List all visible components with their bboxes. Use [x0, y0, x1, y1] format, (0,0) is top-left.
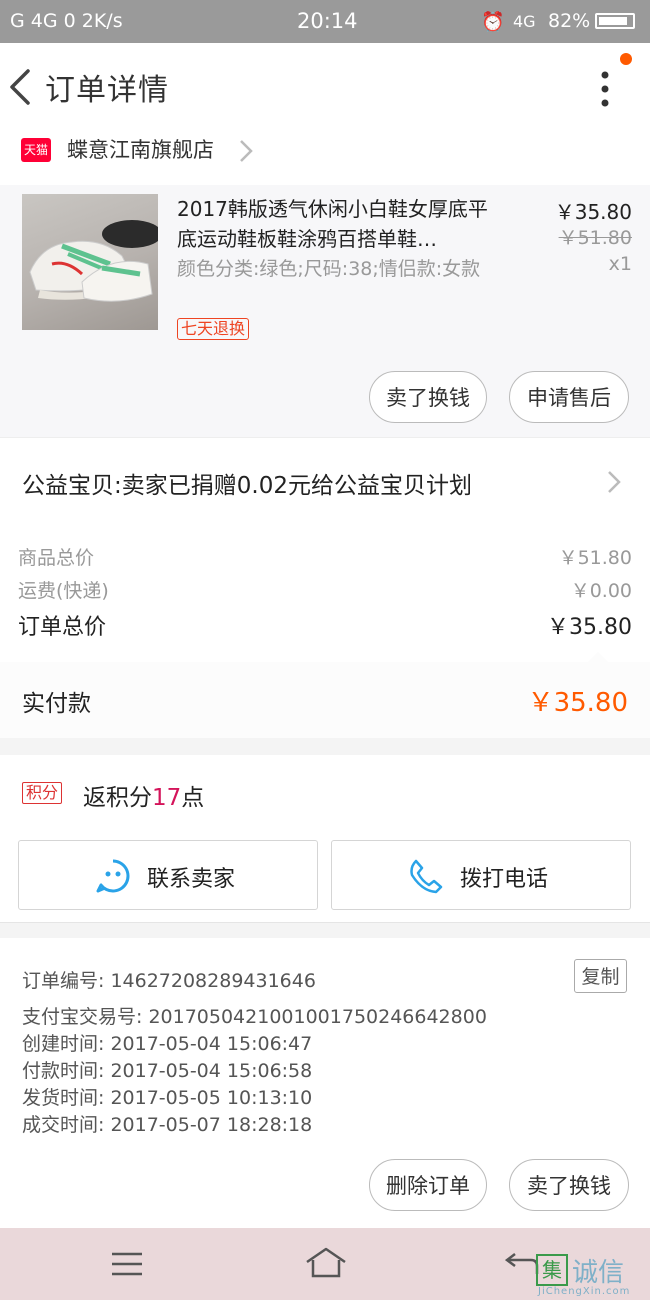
order-total-label: 订单总价	[18, 615, 107, 640]
charity-row[interactable]: 公益宝贝:卖家已捐赠0.02元给公益宝贝计划	[0, 437, 650, 523]
price-summary: 商品总价 ￥51.80 运费(快递) ￥0.00 订单总价 ￥35.80	[0, 521, 650, 663]
watermark-logo: 集 诚信 JiChengXin.com	[532, 1250, 650, 1300]
product-spec: 颜色分类:绿色;尺码:38;情侣款:女款	[177, 258, 481, 280]
payment-label: 实付款	[22, 691, 91, 717]
order-info: 订单编号: 14627208289431646 复制 支付宝交易号: 20170…	[0, 938, 650, 1146]
sell-button[interactable]: 卖了换钱	[369, 371, 487, 423]
header-bar: 订单详情	[0, 43, 650, 131]
product-price: ￥35.80	[554, 200, 632, 224]
page-title: 订单详情	[45, 73, 169, 108]
delete-order-button[interactable]: 删除订单	[369, 1159, 487, 1211]
product-original-price: ￥51.80	[558, 227, 632, 249]
shop-name[interactable]: 蝶意江南旗舰店	[67, 134, 214, 164]
goods-total-label: 商品总价	[18, 547, 95, 569]
contact-seller-label: 联系卖家	[147, 867, 236, 892]
chevron-right-icon	[608, 471, 621, 493]
points-amount: 17	[152, 785, 182, 811]
points-text: 返积分17点	[83, 778, 204, 812]
order-total-value: ￥35.80	[547, 615, 632, 640]
watermark-text: 诚信	[572, 1258, 625, 1288]
menu-icon[interactable]	[110, 1250, 144, 1278]
payment-row: 实付款 ￥35.80	[0, 662, 650, 738]
watermark-url: JiChengXin.com	[538, 1286, 631, 1297]
goods-total-value: ￥51.80	[558, 547, 632, 569]
alipay-trade-number: 支付宝交易号: 2017050421001001750246642800	[22, 1006, 487, 1028]
sneaker-image	[29, 220, 158, 302]
call-phone-button[interactable]: 拨打电话	[331, 840, 631, 910]
points-tag: 积分	[22, 782, 63, 804]
completed-time: 成交时间: 2017-05-07 18:28:18	[22, 1114, 313, 1136]
watermark-box: 集	[536, 1254, 568, 1286]
status-bar: G 4G 0 2K/s 20:14 ⏰ 4G 82%	[0, 0, 650, 43]
notification-dot	[620, 53, 632, 65]
return-badge: 七天退换	[177, 318, 250, 340]
tmall-logo: 天猫	[21, 138, 51, 162]
product-quantity: x1	[608, 253, 632, 275]
chevron-right-icon	[240, 140, 253, 162]
battery-level	[599, 17, 627, 25]
product-thumbnail[interactable]	[22, 194, 158, 330]
status-time: 20:14	[297, 9, 358, 33]
after-sale-button[interactable]: 申请售后	[509, 371, 629, 423]
shipped-time: 发货时间: 2017-05-05 10:13:10	[22, 1087, 313, 1109]
contact-seller-button[interactable]: 联系卖家	[18, 840, 318, 910]
points-suffix: 点	[181, 785, 205, 811]
shipping-value: ￥0.00	[570, 580, 632, 602]
shop-row[interactable]: 天猫 蝶意江南旗舰店	[0, 131, 650, 185]
shipping-label: 运费(快递)	[18, 580, 109, 602]
phone-icon	[410, 859, 443, 894]
contact-bar: 联系卖家 拨打电话	[0, 829, 650, 923]
created-time: 创建时间: 2017-05-04 15:06:47	[22, 1033, 313, 1055]
copy-button[interactable]: 复制	[574, 959, 627, 993]
alarm-icon: ⏰	[481, 11, 505, 33]
battery-icon	[595, 13, 635, 29]
payment-value: ￥35.80	[527, 688, 628, 718]
product-card[interactable]: 2017韩版透气休闲小白鞋女厚底平底运动鞋板鞋涂鸦百搭单鞋… 颜色分类:绿色;尺…	[0, 185, 650, 437]
charity-text: 公益宝贝:卖家已捐赠0.02元给公益宝贝计划	[22, 473, 472, 499]
points-prefix: 返积分	[83, 785, 152, 811]
chat-face-icon	[96, 859, 130, 893]
status-network-left: G 4G 0 2K/s	[10, 10, 123, 32]
pointer-triangle	[588, 652, 608, 662]
sell-again-button[interactable]: 卖了换钱	[509, 1159, 629, 1211]
product-name[interactable]: 2017韩版透气休闲小白鞋女厚底平底运动鞋板鞋涂鸦百搭单鞋…	[177, 194, 502, 254]
status-battery-text: 82%	[548, 10, 591, 32]
chevron-left-icon[interactable]	[6, 65, 36, 109]
home-icon[interactable]	[304, 1246, 348, 1280]
more-vertical-icon[interactable]	[590, 67, 620, 111]
call-phone-label: 拨打电话	[460, 867, 549, 892]
points-row: 积分 返积分17点	[0, 755, 650, 830]
order-number: 订单编号: 14627208289431646	[22, 970, 316, 992]
status-network-right: 4G	[513, 12, 536, 31]
paid-time: 付款时间: 2017-05-04 15:06:58	[22, 1060, 313, 1082]
bottom-actions: 删除订单 卖了换钱	[0, 1145, 650, 1228]
